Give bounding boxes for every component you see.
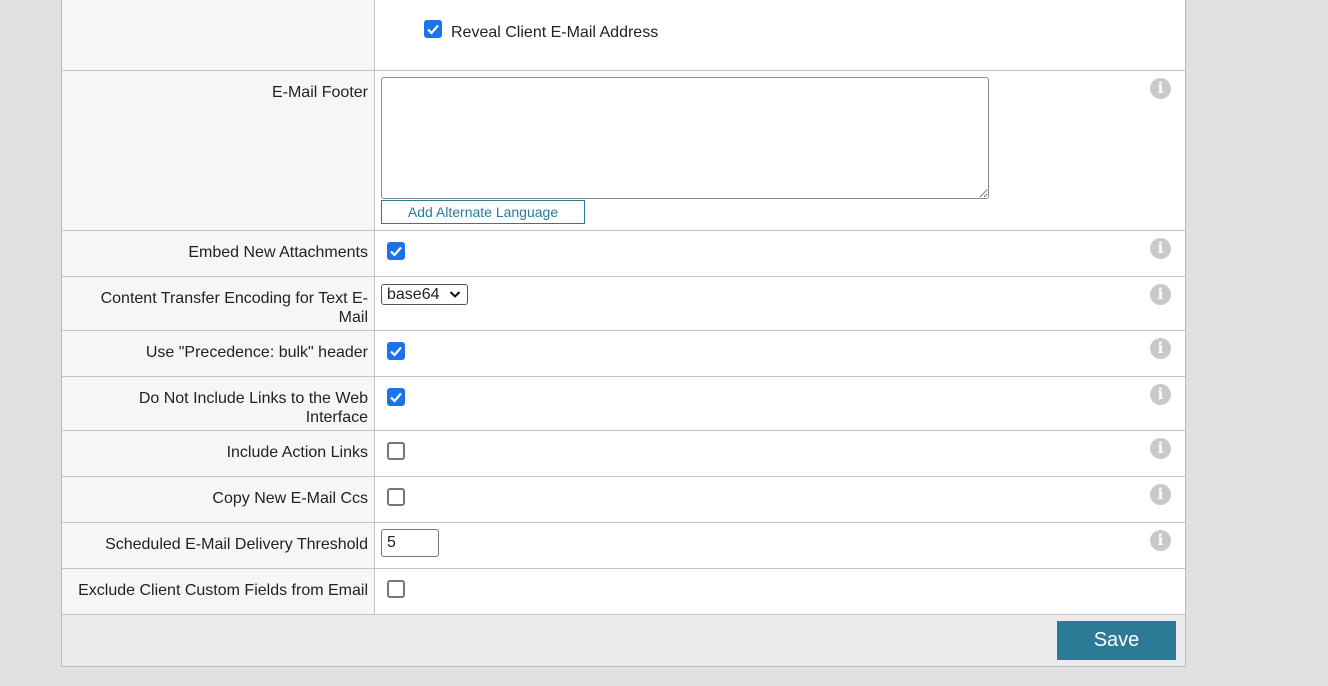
label-cell — [62, 0, 375, 70]
email-footer-row: E-Mail Footer Add Alternate Language i — [62, 71, 1185, 231]
label-cell: Scheduled E-Mail Delivery Threshold — [62, 523, 375, 568]
info-icon[interactable]: i — [1150, 238, 1171, 259]
checkmark-icon — [390, 346, 402, 357]
label-cell: Include Action Links — [62, 431, 375, 476]
embed-attachments-checkbox[interactable] — [387, 242, 405, 260]
action-links-checkbox[interactable] — [387, 442, 405, 460]
copy-ccs-label: Copy New E-Mail Ccs — [212, 490, 368, 507]
label-cell: Use "Precedence: bulk" header — [62, 331, 375, 376]
save-button[interactable]: Save — [1057, 621, 1176, 660]
info-icon[interactable]: i — [1150, 530, 1171, 551]
reveal-email-row: Reveal Client E-Mail Address — [62, 0, 1185, 71]
checkmark-icon — [427, 24, 439, 35]
email-footer-label: E-Mail Footer — [271, 84, 368, 101]
encoding-select[interactable]: base64 — [381, 284, 468, 305]
info-icon[interactable]: i — [1150, 438, 1171, 459]
label-cell: Exclude Client Custom Fields from Email — [62, 569, 375, 614]
action-links-row: Include Action Links i — [62, 431, 1185, 477]
label-cell: Content Transfer Encoding for Text E- Mai… — [62, 277, 375, 330]
embed-attachments-label: Embed New Attachments — [188, 244, 368, 261]
encoding-label: Content Transfer Encoding for Text E- Mai… — [100, 290, 368, 326]
action-links-label: Include Action Links — [226, 444, 368, 461]
add-alternate-language-button[interactable]: Add Alternate Language — [381, 200, 585, 224]
encoding-row: Content Transfer Encoding for Text E- Mai… — [62, 277, 1185, 331]
label-cell: Do Not Include Links to the Web Interface — [62, 377, 375, 430]
exclude-custom-fields-label: Exclude Client Custom Fields from Email — [78, 582, 368, 599]
precedence-checkbox[interactable] — [387, 342, 405, 360]
checkmark-icon — [390, 392, 402, 403]
label-cell: Embed New Attachments — [62, 231, 375, 276]
no-links-row: Do Not Include Links to the Web Interface… — [62, 377, 1185, 431]
delivery-threshold-label: Scheduled E-Mail Delivery Threshold — [105, 536, 368, 553]
delivery-threshold-row: Scheduled E-Mail Delivery Threshold 5 i — [62, 523, 1185, 569]
reveal-email-checkbox[interactable] — [424, 20, 442, 38]
info-icon[interactable]: i — [1150, 484, 1171, 505]
label-cell: E-Mail Footer — [62, 71, 375, 230]
info-icon[interactable]: i — [1150, 284, 1171, 305]
checkmark-icon — [390, 246, 402, 257]
no-links-label: Do Not Include Links to the Web Interface — [138, 390, 368, 426]
email-footer-textarea[interactable] — [381, 77, 989, 199]
reveal-email-label: Reveal Client E-Mail Address — [451, 24, 659, 41]
settings-panel: Reveal Client E-Mail Address E-Mail Foot… — [61, 0, 1186, 667]
no-links-checkbox[interactable] — [387, 388, 405, 406]
delivery-threshold-input[interactable]: 5 — [381, 529, 439, 557]
info-icon[interactable]: i — [1150, 338, 1171, 359]
info-icon[interactable]: i — [1150, 384, 1171, 405]
embed-attachments-row: Embed New Attachments i — [62, 231, 1185, 277]
chevron-down-icon — [449, 291, 461, 298]
label-cell: Copy New E-Mail Ccs — [62, 477, 375, 522]
exclude-custom-fields-checkbox[interactable] — [387, 580, 405, 598]
form-footer: Save — [62, 615, 1185, 666]
exclude-custom-fields-row: Exclude Client Custom Fields from Email — [62, 569, 1185, 615]
copy-ccs-checkbox[interactable] — [387, 488, 405, 506]
precedence-row: Use "Precedence: bulk" header i — [62, 331, 1185, 377]
encoding-selected-value: base64 — [387, 286, 440, 303]
precedence-label: Use "Precedence: bulk" header — [145, 344, 368, 361]
copy-ccs-row: Copy New E-Mail Ccs i — [62, 477, 1185, 523]
info-icon[interactable]: i — [1150, 78, 1171, 99]
